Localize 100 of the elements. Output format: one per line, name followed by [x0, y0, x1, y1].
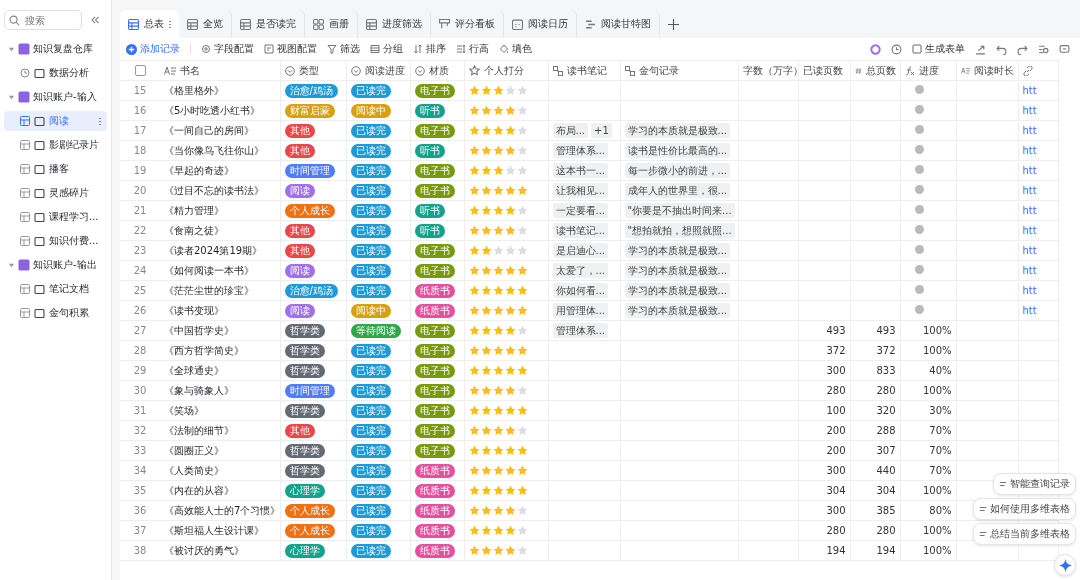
status-tag: 已读完	[350, 483, 391, 498]
toolbar-button[interactable]: 排序	[413, 42, 446, 56]
progress-cell: 70%	[929, 465, 952, 476]
note-chip[interactable]: 让我相见...	[552, 183, 609, 198]
sidebar-item[interactable]: 课程学习...	[4, 207, 107, 227]
column-header[interactable]: 已读页数	[798, 60, 850, 81]
note-chip[interactable]: 管理体系...	[552, 323, 609, 338]
folder-item[interactable]: 知识复盘仓库	[4, 39, 107, 59]
view-tab[interactable]: 总表	[120, 10, 179, 38]
quote-chip[interactable]: "想拍就拍，想照就照...	[624, 223, 735, 238]
column-header[interactable]: 阅读进度	[346, 60, 410, 81]
sidebar-item[interactable]: 笔记文档	[4, 279, 107, 299]
url-link[interactable]: htt	[1022, 245, 1037, 256]
sidebar-item[interactable]: 影剧纪录片	[4, 135, 107, 155]
url-link[interactable]: htt	[1022, 205, 1037, 216]
url-link[interactable]: htt	[1022, 105, 1037, 116]
note-chip[interactable]: 布局...	[552, 123, 589, 138]
star-icon	[480, 545, 492, 557]
quote-chip[interactable]: 学习的本质就是极致...	[624, 283, 731, 298]
folder-item[interactable]: 知识账户-输入	[4, 87, 107, 107]
toolbar-button[interactable]: 筛选	[327, 42, 360, 56]
assistant-button[interactable]: 如何使用多维表格	[973, 498, 1076, 520]
note-chip[interactable]: 读书笔记...	[552, 223, 609, 238]
note-chip[interactable]: 一定要看...	[552, 203, 609, 218]
search-icon[interactable]	[1038, 43, 1049, 55]
url-link[interactable]: htt	[1022, 225, 1037, 236]
column-header[interactable]: 阅读时长	[956, 60, 1018, 81]
table-icon	[20, 212, 30, 222]
column-header[interactable]	[1018, 60, 1058, 81]
assistant-button[interactable]: 总结当前多维表格	[973, 523, 1076, 545]
note-chip[interactable]: 是启迪心...	[552, 243, 609, 258]
toolbar-button[interactable]: 视图配置	[264, 42, 317, 56]
caret-icon[interactable]	[8, 93, 15, 101]
url-link[interactable]: htt	[1022, 125, 1037, 136]
quote-chip[interactable]: 学习的本质就是极致...	[624, 263, 731, 278]
toolbar-button[interactable]: 行高	[456, 42, 489, 56]
collapse-icon[interactable]	[90, 15, 100, 25]
url-link[interactable]: htt	[1022, 165, 1037, 176]
toolbar-button[interactable]: 填色	[499, 42, 532, 56]
star-icon	[492, 165, 504, 177]
sidebar-item[interactable]: 数据分析	[4, 63, 107, 83]
sidebar-item[interactable]: 金句积累	[4, 303, 107, 323]
note-chip[interactable]: 这本书一...	[552, 163, 609, 178]
search-field[interactable]: 搜索	[4, 10, 82, 30]
note-chip[interactable]: 管理体系...	[552, 143, 609, 158]
comment-icon[interactable]	[1059, 43, 1070, 55]
sidebar-item[interactable]: 阅读	[4, 111, 107, 131]
assistant-button[interactable]: 智能查询记录	[993, 473, 1076, 495]
url-link[interactable]: htt	[1022, 185, 1037, 196]
caret-icon[interactable]	[8, 45, 15, 53]
quote-chip[interactable]: 成年人的世界里，很...	[624, 183, 731, 198]
column-header[interactable]: 书名	[160, 60, 280, 81]
ai-icon[interactable]	[870, 43, 881, 55]
pages-read-cell: 300	[826, 365, 846, 376]
add-record-button[interactable]: 添加记录	[126, 42, 180, 56]
star-icon	[480, 185, 492, 197]
folder-item[interactable]: 知识账户-输出	[4, 255, 107, 275]
add-icon[interactable]	[668, 18, 679, 30]
note-chip[interactable]: 用管理体...	[552, 303, 609, 318]
note-chip[interactable]: 太爱了，...	[552, 263, 609, 278]
progress-cell: 100%	[922, 345, 952, 356]
sparkle-button[interactable]	[1054, 554, 1076, 576]
quote-chip[interactable]: 读书是性价比最高的...	[624, 143, 731, 158]
column-header[interactable]: 个人打分	[464, 60, 548, 81]
sidebar-item[interactable]: 知识付费...	[4, 231, 107, 251]
toolbar-button[interactable]: 分组	[370, 42, 403, 56]
quote-chip[interactable]: 学习的本质就是极致...	[624, 303, 731, 318]
column-header[interactable]: 进度	[900, 60, 956, 81]
column-header[interactable]: 读书笔记	[548, 60, 620, 81]
note-chip[interactable]: +1	[591, 123, 612, 138]
sort-icon	[413, 44, 423, 54]
generate-form-button[interactable]: 生成表单	[912, 42, 965, 56]
column-header[interactable]: 总页数	[850, 60, 900, 81]
url-link[interactable]: htt	[1022, 285, 1037, 296]
url-link[interactable]: htt	[1022, 305, 1037, 316]
quote-chip[interactable]: 学习的本质就是极致...	[624, 123, 731, 138]
column-header[interactable]: 材质	[410, 60, 464, 81]
column-header[interactable]: 字数（万字）	[738, 60, 798, 81]
star-icon	[504, 125, 516, 137]
column-header[interactable]: 金句记录	[620, 60, 738, 81]
url-link[interactable]: htt	[1022, 265, 1037, 276]
select-all-checkbox[interactable]	[134, 65, 146, 77]
toolbar-button[interactable]: 字段配置	[201, 42, 254, 56]
quote-chip[interactable]: 学习的本质就是极致...	[624, 243, 731, 258]
url-link[interactable]: htt	[1022, 145, 1037, 156]
search-icon	[9, 14, 20, 26]
history-icon[interactable]	[891, 43, 902, 55]
share-icon[interactable]	[975, 43, 986, 55]
column-header[interactable]: 类型	[280, 60, 346, 81]
quote-chip[interactable]: "你要是不抽出时间来...	[624, 203, 735, 218]
note-chip[interactable]: 你如何看...	[552, 283, 609, 298]
undo-icon[interactable]	[996, 43, 1007, 55]
star-icon	[516, 145, 528, 157]
sidebar-item[interactable]: 灵感碎片	[4, 183, 107, 203]
redo-icon[interactable]	[1017, 43, 1028, 55]
caret-icon[interactable]	[8, 261, 15, 269]
sidebar-item[interactable]: 播客	[4, 159, 107, 179]
star-icon	[480, 125, 492, 137]
url-link[interactable]: htt	[1022, 85, 1037, 96]
quote-chip[interactable]: 每一步微小的前进，...	[624, 163, 731, 178]
